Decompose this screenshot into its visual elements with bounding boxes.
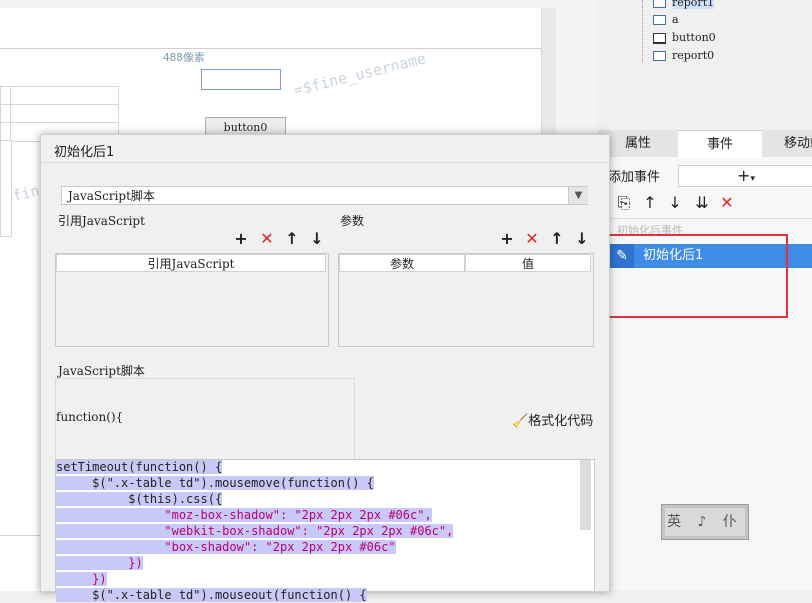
arrow-down-icon[interactable]: ↓ <box>574 231 590 247</box>
plus-icon: + <box>737 166 751 185</box>
canvas-text-input[interactable] <box>201 69 281 90</box>
report-icon <box>653 0 666 8</box>
pixel-size-label: 488像素 <box>163 51 205 64</box>
canvas-scrollbar[interactable] <box>541 8 556 138</box>
delete-icon[interactable]: ✕ <box>717 193 737 213</box>
code-line-text: $(this).css({ <box>56 492 223 506</box>
code-line[interactable]: "box-shadow": "2px 2px 2px #06c" <box>56 539 396 555</box>
code-line-text: }) <box>56 556 143 570</box>
ref-js-column-header[interactable]: 引用JavaScript <box>56 254 326 272</box>
value-column-header[interactable]: 值 <box>465 254 591 272</box>
tab-mobile[interactable]: 移动端 <box>762 130 812 157</box>
code-line-text: "moz-box-shadow": "2px 2px 2px #06c", <box>56 508 432 522</box>
tab-properties[interactable]: 属性 <box>598 130 679 157</box>
code-line[interactable]: }) <box>56 571 107 587</box>
widget-tree <box>598 0 812 130</box>
tree-node-button0[interactable]: button0 <box>653 31 716 45</box>
textbox-icon <box>653 15 666 25</box>
arrow-down-icon[interactable]: ↓ <box>665 193 685 213</box>
code-line-text: }) <box>56 572 107 586</box>
chevron-down-icon[interactable]: ▼ <box>568 187 588 204</box>
add-event-button[interactable]: +▾ <box>678 165 812 187</box>
code-line[interactable]: $(".x-table td").mousemove(function() { <box>56 475 374 491</box>
grid-cell[interactable] <box>0 140 12 237</box>
code-line[interactable]: setTimeout(function() { <box>56 459 223 475</box>
grid-cell[interactable] <box>10 86 119 106</box>
delete-icon[interactable]: ✕ <box>524 231 540 247</box>
script-type-select[interactable]: JavaScript脚本 <box>61 186 588 205</box>
code-line[interactable]: $(".x-table td").mouseout(function() { <box>56 587 367 603</box>
add-event-label: 添加事件 <box>608 170 661 185</box>
tree-connector <box>642 0 644 62</box>
code-line-text: "box-shadow": "2px 2px 2px #06c" <box>56 540 396 554</box>
arrow-up-icon[interactable]: ↑ <box>549 231 565 247</box>
delete-icon[interactable]: ✕ <box>259 231 275 247</box>
arrow-up-icon[interactable]: ↑ <box>284 231 300 247</box>
params-label: 参数 <box>340 214 365 228</box>
tree-node-report1[interactable]: report1 <box>653 0 715 10</box>
code-line-text: $(".x-table td").mousemove(function() { <box>56 476 374 490</box>
annotation-highlight-box <box>595 234 788 318</box>
dialog-title: 初始化后1 <box>54 145 115 160</box>
broom-icon: 🧹 <box>512 414 529 429</box>
format-code-button[interactable]: 🧹格式化代码 <box>512 410 593 429</box>
add-icon[interactable]: + <box>499 231 515 247</box>
code-line[interactable]: "webkit-box-shadow": "2px 2px 2px #06c", <box>56 523 454 539</box>
params-column-header[interactable]: 参数 <box>339 254 465 272</box>
grid-cell[interactable] <box>10 104 119 124</box>
function-header: function(){ <box>56 410 124 424</box>
code-line-text: setTimeout(function() { <box>56 460 223 474</box>
chevron-down-icon: ▾ <box>750 174 755 184</box>
dialog-title-divider <box>41 162 608 163</box>
tree-node-report0[interactable]: report0 <box>653 49 714 63</box>
code-line-text: $(".x-table td").mouseout(function() { <box>56 588 367 602</box>
tree-node-a[interactable]: a <box>653 13 679 27</box>
arrow-up-icon[interactable]: ↑ <box>640 193 660 213</box>
input-method-indicator[interactable]: 英 ♪ 仆 <box>661 504 749 540</box>
code-line-text: "webkit-box-shadow": "2px 2px 2px #06c", <box>56 524 454 538</box>
ref-js-label: 引用JavaScript <box>58 214 145 228</box>
canvas-header-area <box>0 8 542 49</box>
copy-icon[interactable]: ⎘ <box>614 193 634 213</box>
toolbar-divider <box>608 218 812 219</box>
code-line[interactable]: $(this).css({ <box>56 491 223 507</box>
code-line[interactable]: "moz-box-shadow": "2px 2px 2px #06c", <box>56 507 432 523</box>
button-icon <box>653 32 666 44</box>
add-icon[interactable]: + <box>233 231 249 247</box>
tab-events[interactable]: 事件 <box>678 130 762 158</box>
report-icon <box>653 51 666 61</box>
arrow-down-icon[interactable]: ↓ <box>309 231 325 247</box>
code-editor-scrollbar[interactable] <box>580 460 591 530</box>
script-label: JavaScript脚本 <box>58 364 145 378</box>
code-line[interactable]: }) <box>56 555 143 571</box>
move-bottom-icon[interactable]: ⇊ <box>692 193 712 213</box>
canvas-bottom-area <box>0 535 40 591</box>
